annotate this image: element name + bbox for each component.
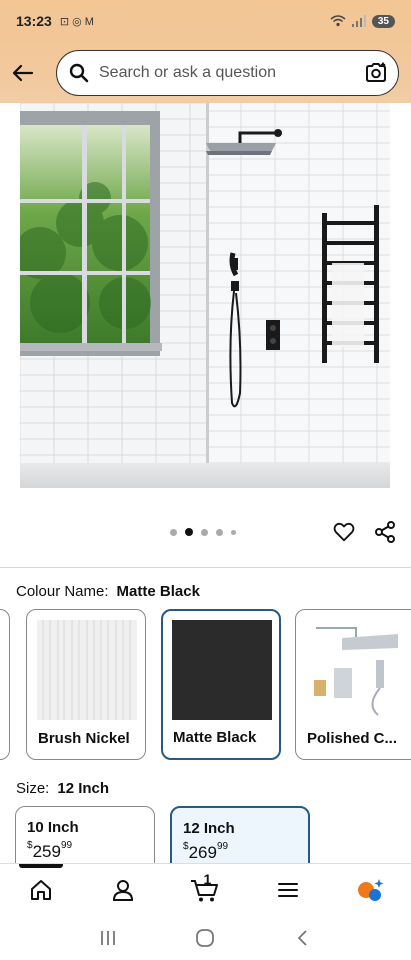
camera-search-icon[interactable] <box>364 61 388 85</box>
status-time: 13:23 <box>16 13 52 29</box>
system-navigation-bar <box>0 915 411 960</box>
menu-icon <box>277 882 298 897</box>
status-bar: 13:23 ⊡ ◎ M 35 <box>0 0 411 42</box>
search-icon <box>69 63 89 83</box>
section-divider <box>0 567 411 568</box>
product-image[interactable] <box>20 103 390 488</box>
search-input[interactable]: Search or ask a question <box>56 50 399 96</box>
cart-count: 1 <box>203 870 212 887</box>
colour-swatch-matte-black[interactable]: Matte Black <box>161 609 281 760</box>
currency-symbol: $ <box>27 840 33 851</box>
home-button-icon[interactable] <box>194 927 216 949</box>
size-option-label: 10 Inch <box>27 819 79 836</box>
nav-account[interactable] <box>99 868 147 912</box>
share-icon[interactable] <box>373 520 397 544</box>
carousel-dot[interactable] <box>201 528 208 536</box>
size-option-price: $25999 <box>27 840 143 862</box>
matte-black-thumbnail <box>172 620 272 720</box>
system-back-icon[interactable] <box>293 928 313 948</box>
size-option-price: $26999 <box>183 841 297 863</box>
colour-swatch-polished-chrome[interactable]: Polished C... <box>295 609 411 760</box>
size-label-text: Size: <box>16 780 50 797</box>
heart-icon[interactable] <box>333 521 355 543</box>
signal-icon <box>351 15 366 27</box>
wifi-icon <box>330 15 346 27</box>
size-label: Size: 12 Inch <box>16 780 109 797</box>
size-option-label: 12 Inch <box>183 820 235 837</box>
selected-size: 12 Inch <box>57 780 110 797</box>
nav-cart[interactable]: 1 <box>181 868 229 912</box>
colour-name-label: Colour Name: Matte Black <box>16 583 200 600</box>
price-whole: 259 <box>32 842 61 861</box>
price-fraction: 99 <box>60 840 73 851</box>
carousel-dot[interactable] <box>231 529 236 535</box>
price-fraction: 99 <box>216 841 229 852</box>
image-carousel-dots[interactable] <box>170 528 236 536</box>
system-status: 35 <box>330 14 395 28</box>
colour-swatch-brush-nickel[interactable]: Brush Nickel <box>26 609 146 760</box>
nav-rufus[interactable] <box>346 868 394 912</box>
carousel-dot[interactable] <box>216 528 223 536</box>
currency-symbol: $ <box>183 841 189 852</box>
account-icon <box>113 879 134 901</box>
recent-apps-icon[interactable] <box>98 929 118 947</box>
colour-swatch-partial[interactable] <box>0 609 10 760</box>
home-icon <box>31 879 52 900</box>
polished-chrome-thumbnail <box>306 620 406 720</box>
rufus-assistant-icon <box>357 878 384 901</box>
battery-indicator: 35 <box>371 14 395 28</box>
bottom-navigation: 1 <box>0 863 411 915</box>
swatch-label: Polished C... <box>307 730 398 747</box>
back-arrow-icon[interactable] <box>10 60 36 86</box>
colour-label-text: Colour Name: <box>16 583 109 600</box>
carousel-dot-active[interactable] <box>185 528 193 536</box>
shower-product-photo <box>20 103 390 488</box>
nav-home[interactable] <box>17 868 65 912</box>
nav-menu[interactable] <box>264 868 312 912</box>
carousel-dot[interactable] <box>170 528 177 536</box>
search-placeholder: Search or ask a question <box>99 64 276 81</box>
selected-colour: Matte Black <box>116 583 200 600</box>
price-whole: 269 <box>188 843 217 862</box>
brush-nickel-thumbnail <box>37 620 137 720</box>
swatch-label: Matte Black <box>173 729 257 746</box>
swatch-label: Brush Nickel <box>38 730 130 747</box>
notification-icons: ⊡ ◎ M <box>59 15 94 28</box>
nav-active-indicator <box>19 864 63 868</box>
